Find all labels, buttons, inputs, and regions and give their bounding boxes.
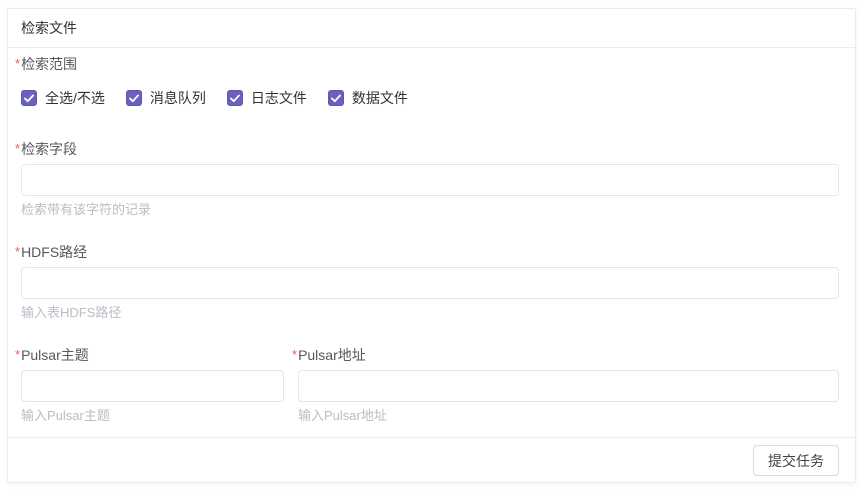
search-file-card: 检索文件 * 检索范围 全选/不选 消息队列 日志文件	[7, 8, 856, 483]
required-asterisk: *	[15, 56, 20, 72]
checkbox-select-all[interactable]: 全选/不选	[21, 88, 105, 108]
form-item-hdfs-path: * HDFS路经 输入表HDFS路径	[21, 244, 839, 321]
pulsar-topic-help: 输入Pulsar主题	[21, 407, 284, 424]
checkbox-message-queue[interactable]: 消息队列	[126, 88, 206, 108]
pulsar-row: * Pulsar主题 输入Pulsar主题 * Pulsar地址 输入Pulsa…	[21, 347, 839, 424]
hdfs-path-label: * HDFS路经	[15, 244, 839, 260]
pulsar-address-label: * Pulsar地址	[292, 347, 839, 363]
form-item-search-scope: * 检索范围 全选/不选 消息队列 日志文件 数据文件	[21, 56, 839, 107]
card-body: * 检索范围 全选/不选 消息队列 日志文件 数据文件	[8, 48, 855, 437]
form-item-search-field: * 检索字段 检索带有该字符的记录	[21, 141, 839, 218]
submit-task-button[interactable]: 提交任务	[753, 445, 839, 476]
hdfs-path-input[interactable]	[21, 267, 839, 299]
checkbox-label[interactable]: 全选/不选	[45, 88, 105, 108]
search-field-label-text: 检索字段	[21, 141, 77, 157]
checkbox-label[interactable]: 数据文件	[352, 88, 408, 108]
search-field-input[interactable]	[21, 164, 839, 196]
pulsar-topic-label: * Pulsar主题	[15, 347, 284, 363]
checkbox-checked-icon[interactable]	[227, 90, 243, 106]
pulsar-topic-label-text: Pulsar主题	[21, 347, 89, 363]
form-item-pulsar-address: * Pulsar地址 输入Pulsar地址	[298, 347, 839, 424]
search-field-help: 检索带有该字符的记录	[21, 201, 839, 218]
checkbox-label[interactable]: 日志文件	[251, 88, 307, 108]
search-scope-label: * 检索范围	[15, 56, 839, 72]
checkbox-data-file[interactable]: 数据文件	[328, 88, 408, 108]
pulsar-address-input[interactable]	[298, 370, 839, 402]
pulsar-address-label-text: Pulsar地址	[298, 347, 366, 363]
checkbox-checked-icon[interactable]	[126, 90, 142, 106]
checkbox-checked-icon[interactable]	[21, 90, 37, 106]
checkbox-log-file[interactable]: 日志文件	[227, 88, 307, 108]
search-scope-checkbox-group: 全选/不选 消息队列 日志文件 数据文件	[21, 89, 839, 107]
card-footer: 提交任务	[8, 437, 855, 483]
required-asterisk: *	[15, 244, 20, 260]
card-header: 检索文件	[8, 9, 855, 48]
pulsar-topic-input[interactable]	[21, 370, 284, 402]
search-field-label: * 检索字段	[15, 141, 839, 157]
required-asterisk: *	[15, 347, 20, 363]
pulsar-address-help: 输入Pulsar地址	[298, 407, 839, 424]
search-scope-label-text: 检索范围	[21, 56, 77, 72]
checkbox-label[interactable]: 消息队列	[150, 88, 206, 108]
hdfs-path-help: 输入表HDFS路径	[21, 304, 839, 321]
card-title: 检索文件	[21, 20, 77, 36]
required-asterisk: *	[292, 347, 297, 363]
checkbox-checked-icon[interactable]	[328, 90, 344, 106]
required-asterisk: *	[15, 141, 20, 157]
hdfs-path-label-text: HDFS路经	[21, 244, 87, 260]
form-item-pulsar-topic: * Pulsar主题 输入Pulsar主题	[21, 347, 284, 424]
